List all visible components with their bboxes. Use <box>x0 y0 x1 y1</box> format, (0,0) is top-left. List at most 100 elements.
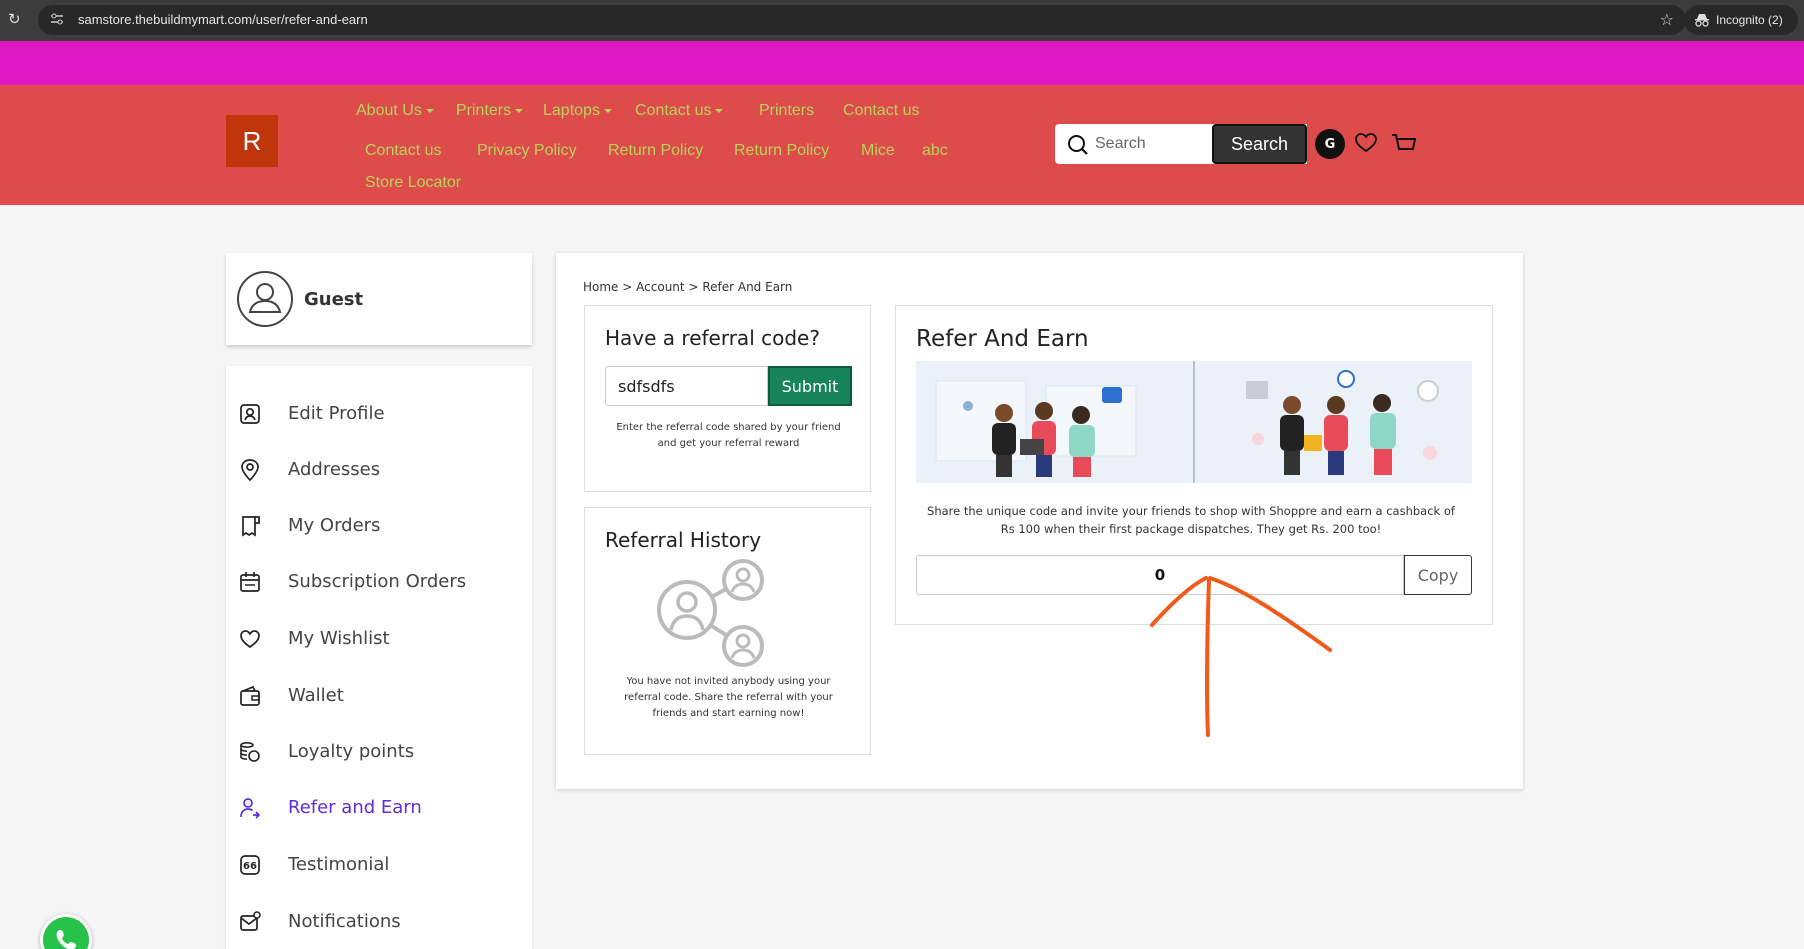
referral-history-empty-text: You have not invited anybody using your … <box>595 674 862 722</box>
search-icon <box>1068 135 1088 155</box>
nav-contact-us[interactable]: Contact us <box>843 102 919 120</box>
menu-label: Refer and Earn <box>288 797 422 818</box>
site-settings-icon[interactable] <box>50 12 64 26</box>
refer-earn-description: Share the unique code and invite your fr… <box>910 502 1472 538</box>
phone-icon <box>56 929 77 949</box>
coins-icon <box>240 741 260 762</box>
menu-loyalty-points[interactable]: Loyalty points <box>226 731 532 771</box>
breadcrumb-account[interactable]: Account <box>636 280 684 294</box>
nav-abc[interactable]: abc <box>922 142 948 160</box>
account-avatar[interactable]: G <box>1315 129 1345 159</box>
user-avatar-icon <box>237 271 293 327</box>
menu-label: Testimonial <box>288 854 390 875</box>
nav-store-locator[interactable]: Store Locator <box>365 174 461 192</box>
referral-code-title: Have a referral code? <box>605 326 820 350</box>
menu-notifications[interactable]: Notifications <box>226 901 532 941</box>
menu-testimonial[interactable]: 66 Testimonial <box>226 844 532 884</box>
mail-bell-icon <box>240 911 261 931</box>
chevron-down-icon <box>603 108 612 113</box>
note-line: Enter the referral code shared by your f… <box>616 422 841 433</box>
menu-label: Notifications <box>288 911 401 932</box>
incognito-button[interactable]: Incognito (2) <box>1684 5 1798 35</box>
breadcrumb-separator: > <box>622 280 633 294</box>
nav-privacy-policy[interactable]: Privacy Policy <box>477 142 577 160</box>
browser-toolbar: ↻ samstore.thebuildmymart.com/user/refer… <box>0 0 1804 41</box>
svg-text:66: 66 <box>243 861 257 872</box>
user-name: Guest <box>304 289 364 310</box>
calendar-icon <box>240 572 260 592</box>
incognito-icon <box>1695 14 1709 27</box>
breadcrumb: Home > Account > Refer And Earn <box>583 280 792 294</box>
empty-line: referral code. Share the referral with y… <box>624 692 833 703</box>
nav-return-policy[interactable]: Return Policy <box>608 142 703 160</box>
nav-about-us[interactable]: About Us <box>356 102 434 120</box>
menu-label: Edit Profile <box>288 403 385 424</box>
location-pin-icon <box>241 459 259 482</box>
referral-code-panel: Have a referral code? Submit Enter the r… <box>584 305 871 492</box>
menu-label: Addresses <box>288 459 381 480</box>
account-menu: Edit Profile Addresses My Orders Subscri… <box>226 366 532 949</box>
breadcrumb-separator: > <box>688 280 699 294</box>
url-text[interactable]: samstore.thebuildmymart.com/user/refer-a… <box>78 12 368 27</box>
referral-history-title: Referral History <box>605 528 762 552</box>
heart-icon <box>240 630 260 649</box>
refer-earn-illustration <box>916 361 1472 483</box>
nav-printers[interactable]: Printers <box>759 102 814 120</box>
whatsapp-chat-button[interactable] <box>40 914 92 949</box>
menu-label: Wallet <box>288 685 344 706</box>
chevron-down-icon <box>715 108 724 113</box>
orders-icon <box>242 516 260 537</box>
chevron-down-icon <box>425 108 434 113</box>
referral-code-note: Enter the referral code shared by your f… <box>595 420 862 452</box>
cart-icon[interactable] <box>1391 133 1417 153</box>
orange-arrow-annotation <box>1150 576 1332 737</box>
bookmark-star-icon[interactable]: ☆ <box>1660 10 1674 29</box>
nav-mice[interactable]: Mice <box>861 142 895 160</box>
quote-icon: 66 <box>240 855 260 875</box>
wallet-icon <box>240 685 260 706</box>
user-square-icon <box>240 404 260 424</box>
site-header: R About Us Printers Laptops Contact us P… <box>0 85 1804 205</box>
network-users-icon <box>657 559 764 667</box>
copy-code-button[interactable]: Copy <box>1404 555 1472 595</box>
incognito-label: Incognito (2) <box>1716 13 1783 27</box>
description-line: Rs 100 when their first package dispatch… <box>1000 522 1382 536</box>
menu-addresses[interactable]: Addresses <box>226 449 532 489</box>
nav-contact-us-2[interactable]: Contact us <box>365 142 441 160</box>
menu-label: My Wishlist <box>288 628 390 649</box>
main-content-card: Home > Account > Refer And Earn Have a r… <box>556 253 1523 789</box>
menu-wallet[interactable]: Wallet <box>226 675 532 715</box>
breadcrumb-current: Refer And Earn <box>702 280 793 294</box>
menu-subscription-orders[interactable]: Subscription Orders <box>226 561 532 601</box>
search-button[interactable]: Search <box>1212 124 1307 164</box>
menu-my-wishlist[interactable]: My Wishlist <box>226 618 532 658</box>
submit-referral-button[interactable]: Submit <box>768 366 852 406</box>
empty-line: You have not invited anybody using your <box>626 676 831 687</box>
nav-return-policy-2[interactable]: Return Policy <box>734 142 829 160</box>
menu-edit-profile[interactable]: Edit Profile <box>226 393 532 433</box>
chevron-down-icon <box>515 108 524 113</box>
nav-contact-dropdown[interactable]: Contact us <box>635 102 724 120</box>
referral-history-panel: Referral History You have not invited an… <box>584 507 871 755</box>
menu-my-orders[interactable]: My Orders <box>226 505 532 545</box>
menu-label: My Orders <box>288 515 381 536</box>
wishlist-heart-icon[interactable] <box>1355 133 1377 153</box>
empty-line: friends and start earning now! <box>652 708 805 719</box>
refer-earn-title: Refer And Earn <box>916 326 1089 352</box>
menu-label: Subscription Orders <box>288 571 467 592</box>
top-announcement-band <box>0 41 1804 85</box>
note-line: and get your referral reward <box>657 438 800 449</box>
menu-refer-and-earn[interactable]: Refer and Earn <box>226 787 532 827</box>
menu-label: Loyalty points <box>288 741 415 762</box>
referral-code-input[interactable] <box>605 366 768 406</box>
description-line: Share the unique code and invite your fr… <box>927 504 1455 518</box>
nav-laptops[interactable]: Laptops <box>543 102 612 120</box>
breadcrumb-home[interactable]: Home <box>583 280 618 294</box>
nav-printers-dropdown[interactable]: Printers <box>456 102 524 120</box>
refer-user-icon <box>240 798 261 819</box>
store-logo[interactable]: R <box>226 115 278 167</box>
address-bar[interactable]: samstore.thebuildmymart.com/user/refer-a… <box>38 5 1686 35</box>
profile-card: Guest <box>226 253 532 345</box>
friends-illustration <box>916 361 1472 483</box>
reload-icon[interactable]: ↻ <box>8 10 21 28</box>
